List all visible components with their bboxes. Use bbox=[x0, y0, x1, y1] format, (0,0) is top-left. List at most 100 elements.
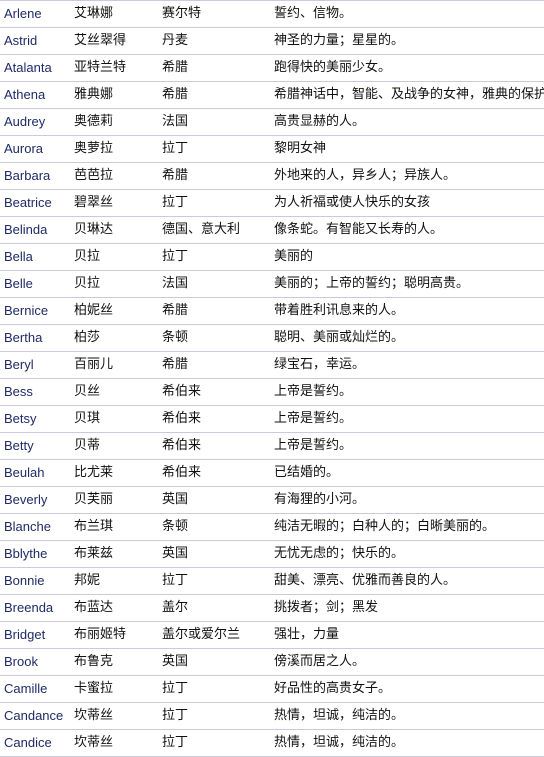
table-row: Bess 贝丝 希伯来 上帝是誓约。 bbox=[0, 378, 544, 406]
name-cell-chinese: 贝芙丽 bbox=[70, 486, 158, 514]
name-cell-english: Beverly bbox=[0, 486, 70, 514]
name-cell-chinese: 贝蒂 bbox=[70, 432, 158, 460]
name-cell-origin: 法国 bbox=[158, 108, 270, 136]
name-cell-origin: 拉丁 bbox=[158, 567, 270, 595]
english-chinese-name-table: Arlene 艾琳娜 赛尔特 誓约、信物。 Astrid 艾丝翠得 丹麦 神圣的力量；星星的。… bbox=[0, 0, 544, 757]
name-cell-meaning: 神圣的力量；星星的。 bbox=[270, 27, 544, 55]
name-cell-chinese: 坎蒂丝 bbox=[70, 702, 158, 730]
table-row: Bertha 柏莎 条顿 聪明、美丽或灿烂的。 bbox=[0, 324, 544, 352]
name-cell-chinese: 贝拉 bbox=[70, 243, 158, 271]
name-cell-english: Bridget bbox=[0, 621, 70, 649]
table-row: Beverly 贝芙丽 英国 有海狸的小河。 bbox=[0, 486, 544, 514]
name-cell-chinese: 柏妮丝 bbox=[70, 297, 158, 325]
name-cell-chinese: 邦妮 bbox=[70, 567, 158, 595]
name-cell-english: Beulah bbox=[0, 459, 70, 487]
name-cell-chinese: 柏莎 bbox=[70, 324, 158, 352]
name-cell-chinese: 艾琳娜 bbox=[70, 0, 158, 28]
name-cell-english: Aurora bbox=[0, 135, 70, 163]
name-cell-origin: 拉丁 bbox=[158, 675, 270, 703]
name-cell-origin: 丹麦 bbox=[158, 27, 270, 55]
table-row: Belle 贝拉 法国 美丽的；上帝的誓约；聪明高贵。 bbox=[0, 270, 544, 298]
name-cell-english: Betsy bbox=[0, 405, 70, 433]
name-cell-origin: 拉丁 bbox=[158, 729, 270, 757]
name-cell-english: Camille bbox=[0, 675, 70, 703]
name-cell-origin: 希腊 bbox=[158, 81, 270, 109]
name-cell-meaning: 誓约、信物。 bbox=[270, 0, 544, 28]
name-cell-meaning: 希腊神话中，智能、及战争的女神，雅典的保护神。 bbox=[270, 81, 544, 109]
name-cell-english: Arlene bbox=[0, 0, 70, 28]
table-row: Bella 贝拉 拉丁 美丽的 bbox=[0, 243, 544, 271]
name-cell-english: Candance bbox=[0, 702, 70, 730]
name-cell-meaning: 聪明、美丽或灿烂的。 bbox=[270, 324, 544, 352]
name-cell-meaning: 像条蛇。有智能又长寿的人。 bbox=[270, 216, 544, 244]
name-cell-meaning: 无忧无虑的；快乐的。 bbox=[270, 540, 544, 568]
table-row: Blanche 布兰琪 条顿 纯洁无暇的；白种人的；白晰美丽的。 bbox=[0, 513, 544, 541]
name-cell-chinese: 贝丝 bbox=[70, 378, 158, 406]
table-row: Betsy 贝琪 希伯来 上帝是誓约。 bbox=[0, 405, 544, 433]
name-cell-english: Betty bbox=[0, 432, 70, 460]
name-cell-chinese: 贝琳达 bbox=[70, 216, 158, 244]
name-cell-english: Candice bbox=[0, 729, 70, 757]
name-cell-origin: 希腊 bbox=[158, 351, 270, 379]
name-cell-chinese: 布鲁克 bbox=[70, 648, 158, 676]
name-cell-chinese: 雅典娜 bbox=[70, 81, 158, 109]
table-row: Beulah 比尤莱 希伯来 已结婚的。 bbox=[0, 459, 544, 487]
table-row: Athena 雅典娜 希腊 希腊神话中，智能、及战争的女神，雅典的保护神。 bbox=[0, 81, 544, 109]
name-cell-english: Beryl bbox=[0, 351, 70, 379]
name-cell-chinese: 亚特兰特 bbox=[70, 54, 158, 82]
name-cell-meaning: 好品性的高贵女子。 bbox=[270, 675, 544, 703]
name-cell-origin: 赛尔特 bbox=[158, 0, 270, 28]
name-cell-origin: 英国 bbox=[158, 540, 270, 568]
name-cell-meaning: 挑拨者；剑；黑发 bbox=[270, 594, 544, 622]
name-cell-origin: 希腊 bbox=[158, 54, 270, 82]
name-cell-origin: 盖尔或爱尔兰 bbox=[158, 621, 270, 649]
name-cell-english: Bess bbox=[0, 378, 70, 406]
name-cell-chinese: 比尤莱 bbox=[70, 459, 158, 487]
name-cell-origin: 条顿 bbox=[158, 324, 270, 352]
name-cell-origin: 希腊 bbox=[158, 162, 270, 190]
name-cell-chinese: 艾丝翠得 bbox=[70, 27, 158, 55]
name-cell-meaning: 美丽的；上帝的誓约；聪明高贵。 bbox=[270, 270, 544, 298]
name-cell-english: Breenda bbox=[0, 594, 70, 622]
name-cell-english: Athena bbox=[0, 81, 70, 109]
table-row: Brook 布鲁克 英国 傍溪而居之人。 bbox=[0, 648, 544, 676]
table-row: Arlene 艾琳娜 赛尔特 誓约、信物。 bbox=[0, 0, 544, 28]
table-row: Candice 坎蒂丝 拉丁 热情，坦诚，纯洁的。 bbox=[0, 729, 544, 757]
name-cell-chinese: 布丽姬特 bbox=[70, 621, 158, 649]
name-cell-chinese: 贝琪 bbox=[70, 405, 158, 433]
name-cell-english: Audrey bbox=[0, 108, 70, 136]
name-cell-english: Beatrice bbox=[0, 189, 70, 217]
name-cell-origin: 英国 bbox=[158, 486, 270, 514]
name-cell-english: Brook bbox=[0, 648, 70, 676]
name-cell-origin: 条顿 bbox=[158, 513, 270, 541]
name-cell-chinese: 碧翠丝 bbox=[70, 189, 158, 217]
name-cell-chinese: 芭芭拉 bbox=[70, 162, 158, 190]
table-body: Arlene 艾琳娜 赛尔特 誓约、信物。 Astrid 艾丝翠得 丹麦 神圣的力量；星星的。… bbox=[0, 0, 544, 757]
table-row: Breenda 布蓝达 盖尔 挑拨者；剑；黑发 bbox=[0, 594, 544, 622]
name-cell-origin: 拉丁 bbox=[158, 702, 270, 730]
table-row: Candance 坎蒂丝 拉丁 热情，坦诚，纯洁的。 bbox=[0, 702, 544, 730]
table-row: Bernice 柏妮丝 希腊 带着胜利讯息来的人。 bbox=[0, 297, 544, 325]
name-cell-chinese: 布莱兹 bbox=[70, 540, 158, 568]
name-cell-chinese: 奥萝拉 bbox=[70, 135, 158, 163]
name-cell-english: Belinda bbox=[0, 216, 70, 244]
name-cell-origin: 拉丁 bbox=[158, 189, 270, 217]
name-cell-chinese: 布兰琪 bbox=[70, 513, 158, 541]
name-cell-origin: 希伯来 bbox=[158, 405, 270, 433]
name-cell-chinese: 奥德莉 bbox=[70, 108, 158, 136]
name-cell-meaning: 黎明女神 bbox=[270, 135, 544, 163]
name-cell-meaning: 绿宝石，幸运。 bbox=[270, 351, 544, 379]
name-cell-english: Bella bbox=[0, 243, 70, 271]
name-cell-english: Belle bbox=[0, 270, 70, 298]
name-cell-english: Barbara bbox=[0, 162, 70, 190]
table-row: Bblythe 布莱兹 英国 无忧无虑的；快乐的。 bbox=[0, 540, 544, 568]
table-row: Beryl 百丽儿 希腊 绿宝石，幸运。 bbox=[0, 351, 544, 379]
name-cell-meaning: 上帝是誓约。 bbox=[270, 405, 544, 433]
name-cell-origin: 英国 bbox=[158, 648, 270, 676]
table-row: Aurora 奥萝拉 拉丁 黎明女神 bbox=[0, 135, 544, 163]
name-cell-meaning: 傍溪而居之人。 bbox=[270, 648, 544, 676]
table-row: Bridget 布丽姬特 盖尔或爱尔兰 强壮，力量 bbox=[0, 621, 544, 649]
name-cell-origin: 拉丁 bbox=[158, 135, 270, 163]
name-cell-meaning: 纯洁无暇的；白种人的；白晰美丽的。 bbox=[270, 513, 544, 541]
table-row: Camille 卡蜜拉 拉丁 好品性的高贵女子。 bbox=[0, 675, 544, 703]
